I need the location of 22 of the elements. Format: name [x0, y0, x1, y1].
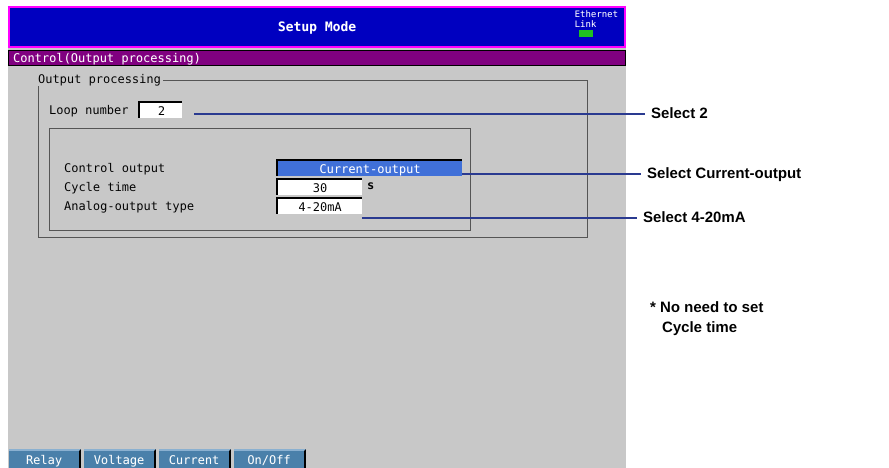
field-label: Analog-output type — [64, 198, 196, 212]
value-field[interactable]: 30 — [276, 178, 362, 195]
soft-key[interactable]: Current — [159, 449, 231, 468]
loop-number-field[interactable]: 2 — [138, 101, 182, 118]
link-status-label: Ethernet — [574, 10, 618, 20]
unit-label: s — [367, 178, 374, 192]
soft-key[interactable]: Relay — [9, 449, 81, 468]
soft-key[interactable]: On/Off — [234, 449, 306, 468]
value-field[interactable]: Current-output — [276, 159, 462, 176]
soft-key[interactable]: Voltage — [84, 449, 156, 468]
value-field[interactable]: 4-20mA — [276, 197, 362, 214]
link-status-label: Link — [574, 20, 596, 30]
group-title: Output processing — [38, 72, 163, 86]
callout-label: Select Current-output — [647, 165, 802, 183]
section-title: Control(Output processing) — [8, 50, 626, 66]
field-label: Control output — [64, 160, 166, 174]
callout-label: Select 2 — [651, 105, 708, 123]
field-label: Cycle time — [64, 180, 138, 194]
callout-label: Select 4-20mA — [643, 209, 746, 227]
note-text: * No need to set Cycle time — [650, 298, 764, 338]
screen-title: Setup Mode — [278, 20, 356, 34]
field-label: Loop number — [49, 102, 128, 116]
